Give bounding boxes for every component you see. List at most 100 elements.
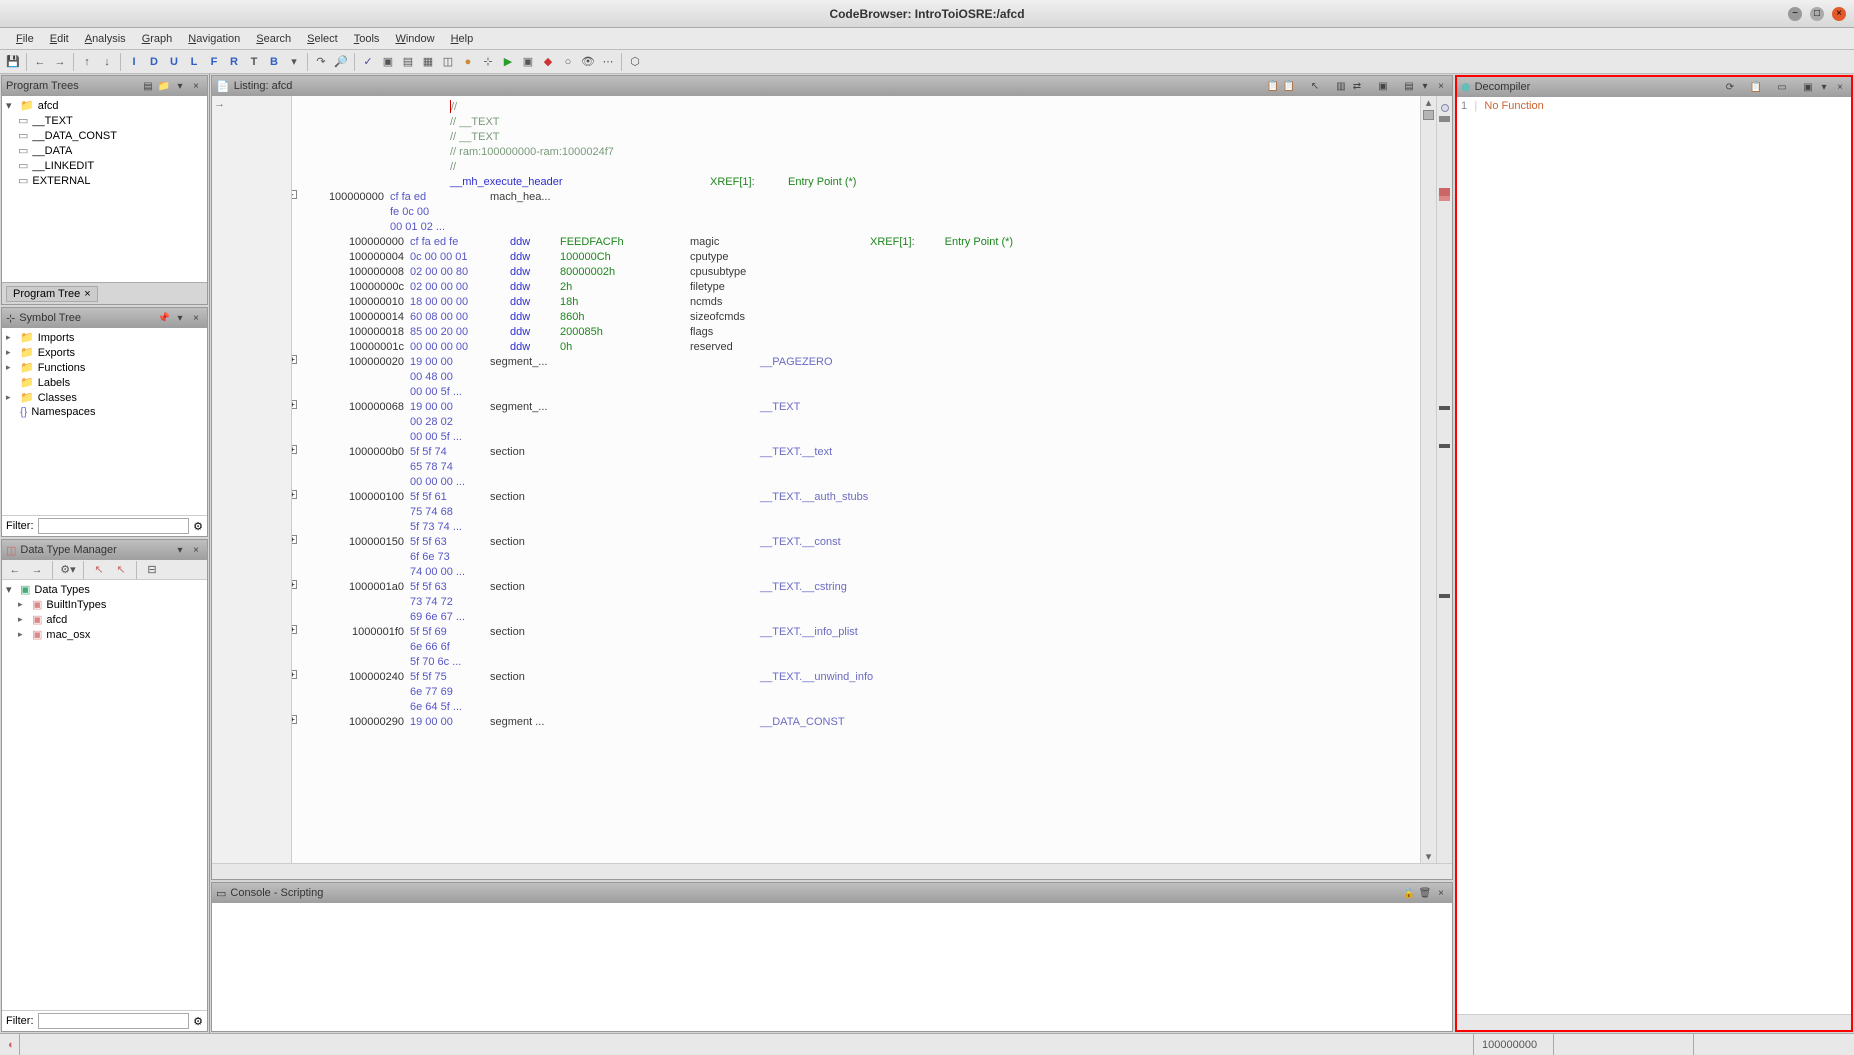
refresh-icon[interactable]: ⟳ [1723,80,1737,94]
scroll-lock-icon[interactable]: 🔒 [1402,886,1416,900]
menu-select[interactable]: Select [299,33,346,45]
dropdown-icon[interactable]: ▾ [1817,80,1831,94]
play-icon[interactable]: ▶ [499,53,517,71]
menu-window[interactable]: Window [387,33,442,45]
menu-analysis[interactable]: Analysis [77,33,134,45]
diamond-icon[interactable]: ◆ [539,53,557,71]
copy-icon[interactable]: 📋 [1749,80,1763,94]
collapse-icon[interactable]: ⊟ [143,561,161,579]
menu-tools[interactable]: Tools [346,33,388,45]
export-icon[interactable]: ▭ [1775,80,1789,94]
globe-icon[interactable]: ⬡ [626,53,644,71]
horizontal-scrollbar[interactable] [1457,1014,1851,1030]
save-icon[interactable]: 💾 [4,53,22,71]
minimize-button[interactable]: − [1788,7,1802,21]
tree-item[interactable]: ▸📁Classes [4,390,205,405]
tree-item[interactable]: ▸📁Imports [4,330,205,345]
dropdown-icon[interactable]: ▾ [173,79,187,93]
circle-icon[interactable]: ○ [559,53,577,71]
vertical-scrollbar[interactable]: ▴ ▾ [1420,96,1436,863]
tree-item[interactable]: 📁Labels [4,375,205,390]
paste-icon[interactable]: 📋 [1282,79,1296,93]
i-icon[interactable]: I [125,53,143,71]
tree-item[interactable]: ▭EXTERNAL [4,173,205,188]
check-icon[interactable]: ✓ [359,53,377,71]
maximize-button[interactable]: □ [1810,7,1824,21]
filter-icon[interactable]: ⚙▾ [59,561,77,579]
dtm-filter-input[interactable] [38,1013,190,1029]
tree-item[interactable]: ▸📁Exports [4,345,205,360]
square-icon[interactable]: ▣ [519,53,537,71]
symbol-filter-input[interactable] [38,518,190,534]
fields-icon[interactable]: ▥ [1334,79,1348,93]
cursor-icon[interactable]: ↖ [1308,79,1322,93]
forward-icon[interactable]: → [28,561,46,579]
export-icon[interactable]: ▦ [419,53,437,71]
close-panel-icon[interactable]: × [189,79,203,93]
forward-icon[interactable]: → [51,53,69,71]
snapshot-icon[interactable]: ▣ [1376,79,1390,93]
eye-icon[interactable]: 👁 [579,53,597,71]
console-body[interactable] [212,903,1452,1031]
d-icon[interactable]: D [145,53,163,71]
marker-icon[interactable]: ▾ [285,53,303,71]
search-icon[interactable]: 🔎 [332,53,350,71]
decompiler-body[interactable]: 1 | No Function [1457,97,1851,1014]
tree-item[interactable]: ▭__DATA [4,143,205,158]
close-button[interactable]: × [1832,7,1846,21]
script-icon[interactable]: ▤ [399,53,417,71]
menu-graph[interactable]: Graph [134,33,181,45]
tree-item[interactable]: ▭__DATA_CONST [4,128,205,143]
db-icon[interactable]: ◫ [439,53,457,71]
overview-bar[interactable] [1436,96,1452,863]
b-icon[interactable]: B [265,53,283,71]
tree-item[interactable]: ▭__LINKEDIT [4,158,205,173]
listing-body[interactable]: → //// __TEXT// __TEXT// ram:100000000-r… [212,96,1452,863]
field-edit-icon[interactable]: ▤ [1402,79,1416,93]
diff-icon[interactable]: ⇄ [1350,79,1364,93]
t-icon[interactable]: T [245,53,263,71]
copy-icon[interactable]: 📋 [1266,79,1280,93]
tree-item[interactable]: ▸▣afcd [4,612,205,627]
folder-icon[interactable]: 📁 [157,79,171,93]
u-icon[interactable]: U [165,53,183,71]
tree-item[interactable]: {}Namespaces [4,405,205,419]
close-panel-icon[interactable]: × [189,543,203,557]
horizontal-scrollbar[interactable] [212,863,1452,879]
dropdown-icon[interactable]: ▾ [1418,79,1432,93]
close-panel-icon[interactable]: × [1833,80,1847,94]
array-pointer-icon[interactable]: ↖ [112,561,130,579]
dot-icon[interactable]: ● [459,53,477,71]
menu-help[interactable]: Help [443,33,482,45]
pin-icon[interactable]: 📌 [157,311,171,325]
down-icon[interactable]: ↓ [98,53,116,71]
r-icon[interactable]: R [225,53,243,71]
filter-settings-icon[interactable]: ⚙ [193,520,203,533]
tree-item[interactable]: ▸▣mac_osx [4,627,205,642]
menu-navigation[interactable]: Navigation [180,33,248,45]
tree-item[interactable]: ▭__TEXT [4,113,205,128]
close-panel-icon[interactable]: × [1434,886,1448,900]
tree-item[interactable]: ▸▣BuiltInTypes [4,597,205,612]
close-panel-icon[interactable]: × [189,311,203,325]
tree-view-icon[interactable]: ▤ [141,79,155,93]
menu-edit[interactable]: Edit [42,33,77,45]
tree-item[interactable]: ▸📁Functions [4,360,205,375]
clear-icon[interactable]: 🗑 [1418,886,1432,900]
back-icon[interactable]: ← [6,561,24,579]
dropdown-icon[interactable]: ▾ [173,543,187,557]
filter-settings-icon[interactable]: ⚙ [193,1015,203,1028]
more-icon[interactable]: ⋯ [599,53,617,71]
tree-root[interactable]: ▾▣Data Types [4,582,205,597]
l-icon[interactable]: L [185,53,203,71]
up-icon[interactable]: ↑ [78,53,96,71]
menu-search[interactable]: Search [248,33,299,45]
program-tree-tab[interactable]: Program Tree× [6,286,98,302]
redo-icon[interactable]: ↷ [312,53,330,71]
snapshot-icon[interactable]: ▣ [1801,80,1815,94]
menu-file[interactable]: File [8,33,42,45]
tree-root[interactable]: ▾📁afcd [4,98,205,113]
close-panel-icon[interactable]: × [1434,79,1448,93]
pointer-icon[interactable]: ↖ [90,561,108,579]
tree-icon[interactable]: ⊹ [479,53,497,71]
